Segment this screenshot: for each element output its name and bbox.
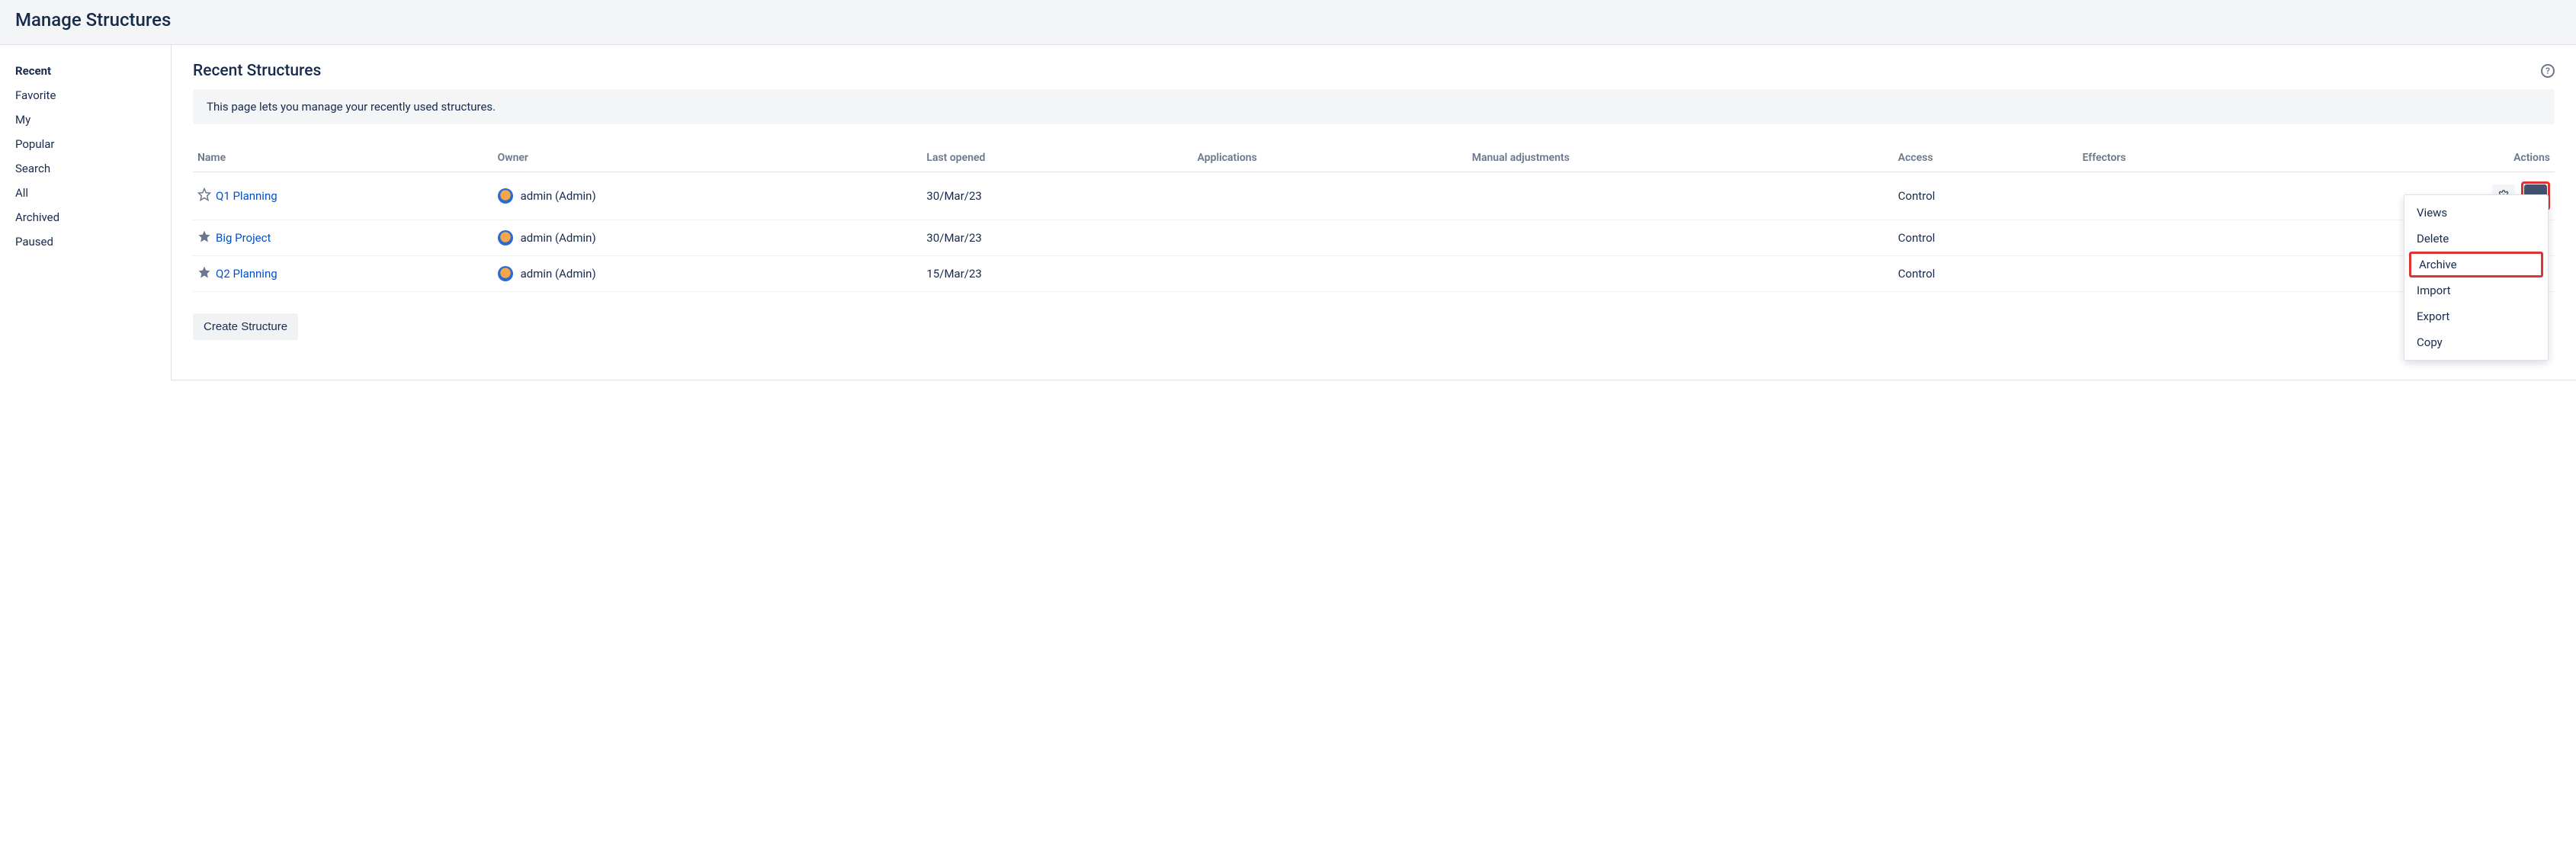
star-filled-icon[interactable] <box>197 265 211 282</box>
access-cell: Control <box>1894 172 2078 220</box>
owner-name: admin (Admin) <box>521 267 596 281</box>
structure-name-link[interactable]: Q1 Planning <box>216 189 277 203</box>
sidebar-item-search[interactable]: Search <box>15 156 171 181</box>
avatar <box>498 266 513 281</box>
effectors-cell <box>2078 256 2289 292</box>
structure-name-link[interactable]: Big Project <box>216 231 271 245</box>
sidebar-item-my[interactable]: My <box>15 107 171 132</box>
access-cell: Control <box>1894 220 2078 256</box>
col-manual-adjustments: Manual adjustments <box>1468 146 1894 172</box>
applications-cell <box>1193 256 1468 292</box>
dropdown-item-archive[interactable]: Archive <box>2409 252 2543 278</box>
col-applications: Applications <box>1193 146 1468 172</box>
dropdown-item-import[interactable]: Import <box>2404 278 2548 303</box>
manual-adjustments-cell <box>1468 172 1894 220</box>
section-title: Recent Structures <box>193 62 321 80</box>
sidebar-item-favorite[interactable]: Favorite <box>15 83 171 107</box>
create-structure-button[interactable]: Create Structure <box>193 313 298 340</box>
col-owner: Owner <box>493 146 922 172</box>
col-effectors: Effectors <box>2078 146 2289 172</box>
page-title: Manage Structures <box>15 9 2561 30</box>
main-content: Recent Structures ? This page lets you m… <box>172 45 2576 380</box>
col-access: Access <box>1894 146 2078 172</box>
star-filled-icon[interactable] <box>197 229 211 246</box>
col-name: Name <box>193 146 493 172</box>
last-opened: 15/Mar/23 <box>922 256 1192 292</box>
last-opened: 30/Mar/23 <box>922 172 1192 220</box>
structures-table: Name Owner Last opened Applications Manu… <box>193 146 2555 292</box>
table-row: Q2 Planning admin (Admin) 15/Mar/23 Cont… <box>193 256 2555 292</box>
structure-name-link[interactable]: Q2 Planning <box>216 267 277 281</box>
col-actions: Actions <box>2288 146 2555 172</box>
col-last-opened: Last opened <box>922 146 1192 172</box>
sidebar-item-all[interactable]: All <box>15 181 171 205</box>
manual-adjustments-cell <box>1468 220 1894 256</box>
owner-name: admin (Admin) <box>521 189 596 203</box>
sidebar: Recent Favorite My Popular Search All Ar… <box>0 45 172 380</box>
header-bar: Manage Structures <box>0 0 2576 45</box>
effectors-cell <box>2078 172 2289 220</box>
effectors-cell <box>2078 220 2289 256</box>
manual-adjustments-cell <box>1468 256 1894 292</box>
applications-cell <box>1193 220 1468 256</box>
last-opened: 30/Mar/23 <box>922 220 1192 256</box>
help-icon[interactable]: ? <box>2541 64 2555 78</box>
owner-name: admin (Admin) <box>521 231 596 245</box>
actions-dropdown: Views Delete Archive Import Export Copy <box>2404 194 2549 361</box>
sidebar-item-paused[interactable]: Paused <box>15 229 171 254</box>
access-cell: Control <box>1894 256 2078 292</box>
sidebar-item-archived[interactable]: Archived <box>15 205 171 229</box>
table-row: Big Project admin (Admin) 30/Mar/23 Cont… <box>193 220 2555 256</box>
star-outline-icon[interactable] <box>197 188 211 204</box>
sidebar-item-recent[interactable]: Recent <box>15 59 171 83</box>
dropdown-item-copy[interactable]: Copy <box>2404 329 2548 355</box>
avatar <box>498 188 513 204</box>
dropdown-item-delete[interactable]: Delete <box>2404 226 2548 252</box>
table-row: Q1 Planning admin (Admin) 30/Mar/23 Cont… <box>193 172 2555 220</box>
avatar <box>498 230 513 245</box>
dropdown-item-export[interactable]: Export <box>2404 303 2548 329</box>
applications-cell <box>1193 172 1468 220</box>
info-box: This page lets you manage your recently … <box>193 89 2555 124</box>
dropdown-item-views[interactable]: Views <box>2404 200 2548 226</box>
sidebar-item-popular[interactable]: Popular <box>15 132 171 156</box>
